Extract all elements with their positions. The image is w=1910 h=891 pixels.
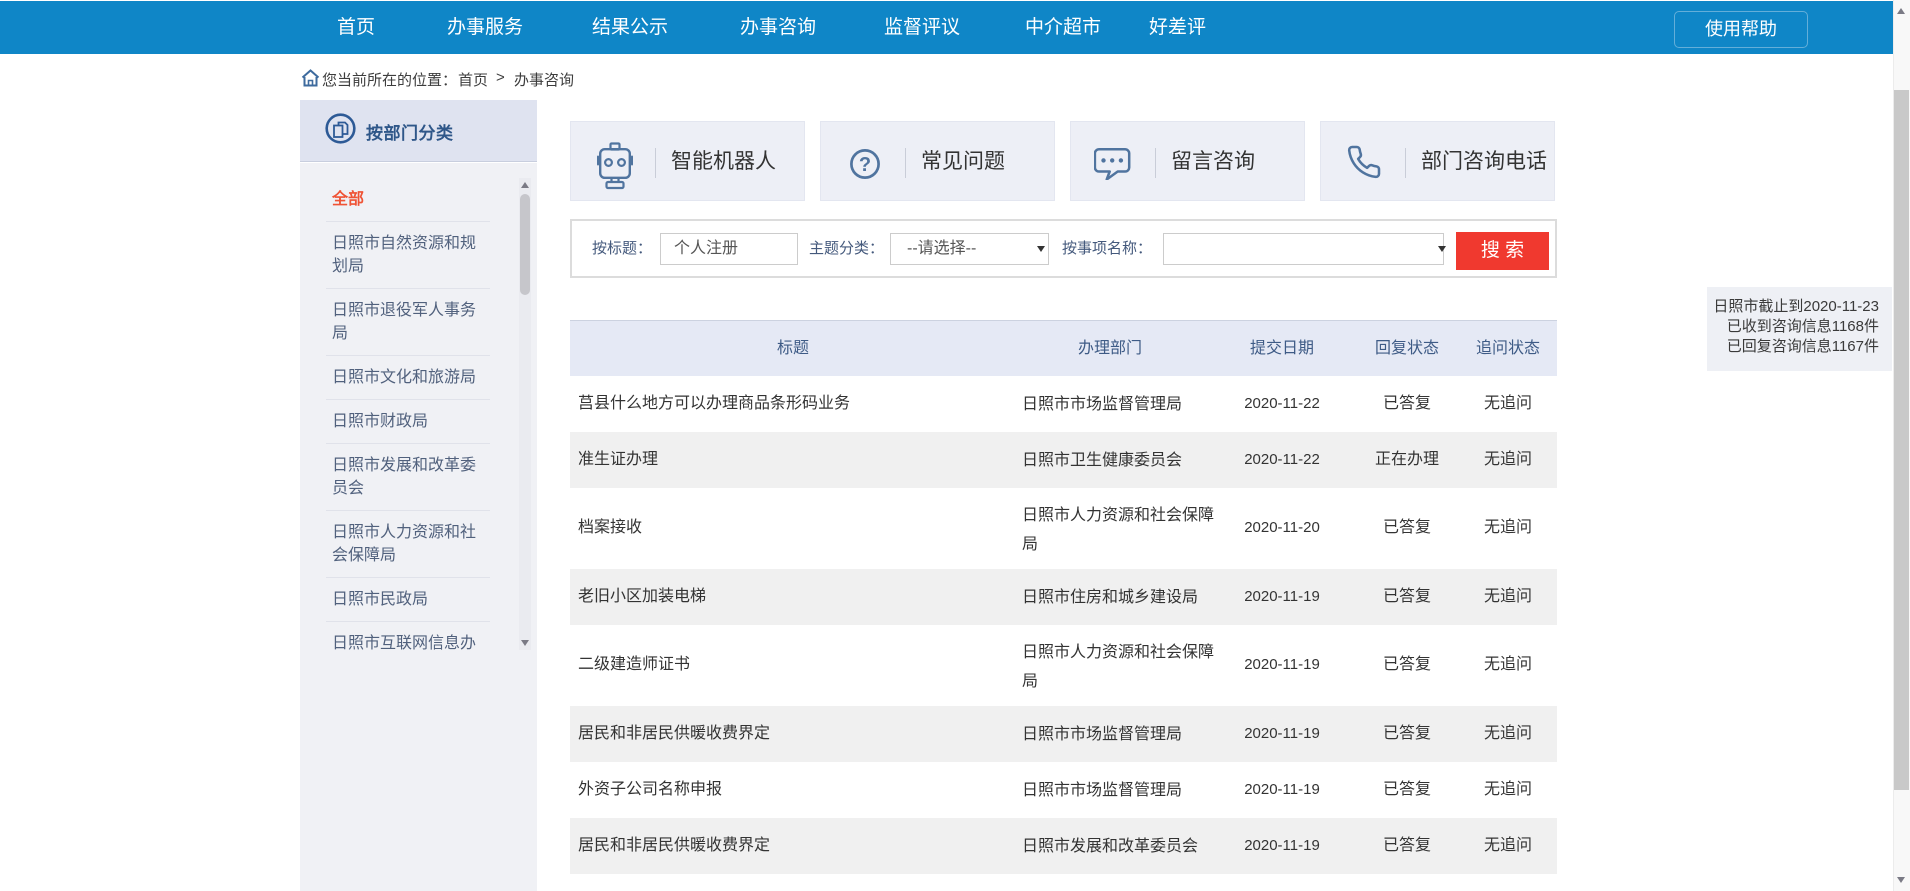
svg-text:?: ? bbox=[859, 154, 871, 176]
